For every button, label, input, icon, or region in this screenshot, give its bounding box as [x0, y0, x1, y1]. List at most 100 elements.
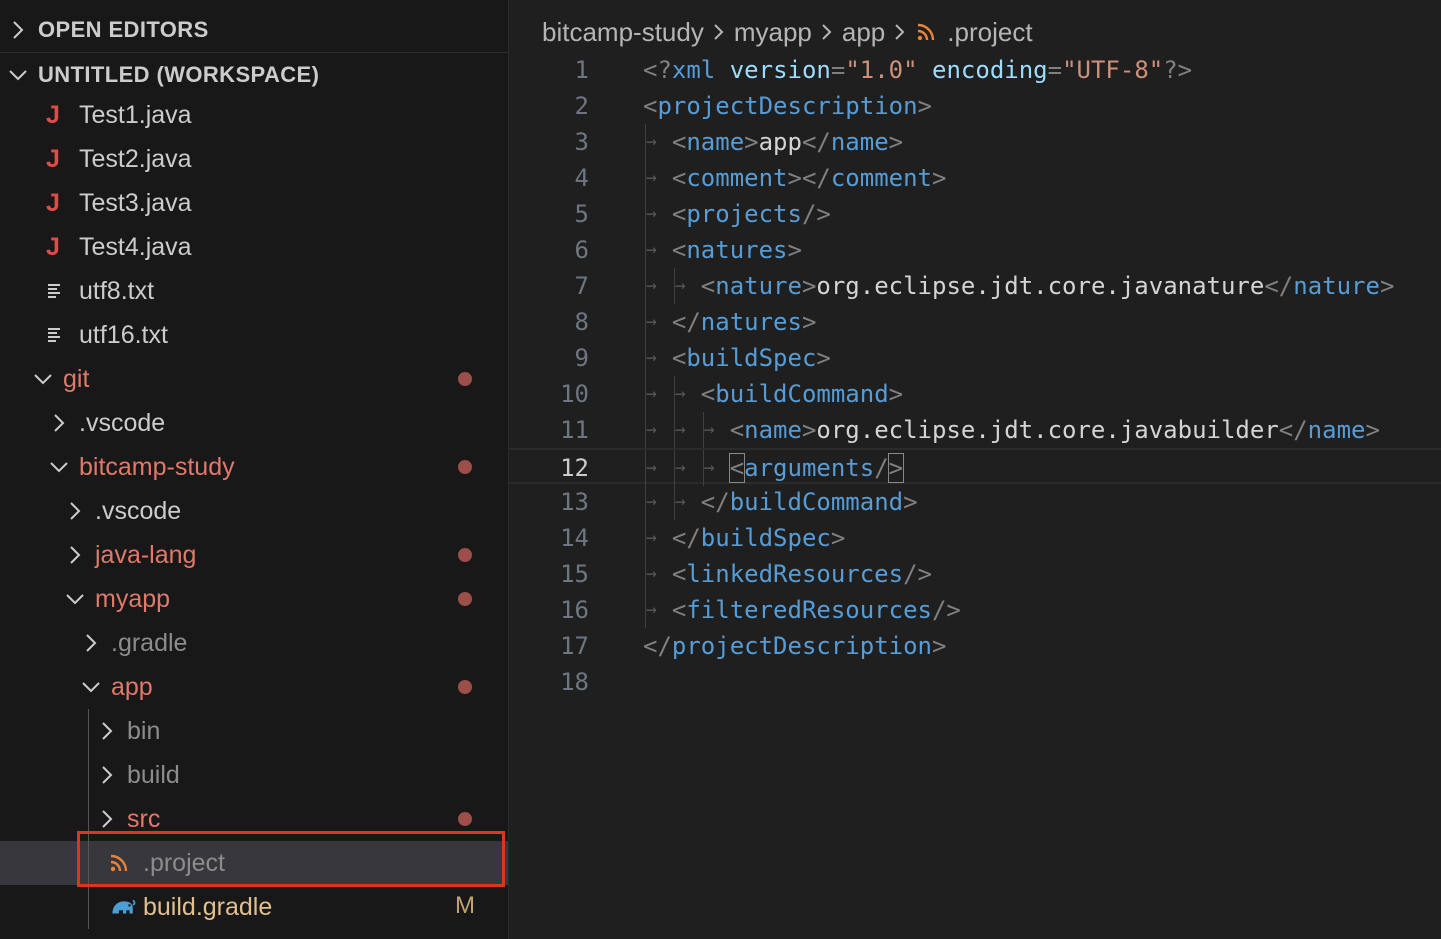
line-number: 4 [574, 164, 589, 192]
code-line[interactable]: 8 → </natures> [509, 304, 1441, 340]
code-token: </ [671, 308, 701, 336]
whitespace-arrow-icon: → [646, 419, 657, 440]
file-item[interactable]: J Test2.java [0, 137, 508, 181]
indent-guide [88, 709, 89, 929]
code-token: > [1365, 416, 1380, 444]
code-token: "1.0" [845, 56, 918, 84]
code-line[interactable]: 17 </projectDescription> [509, 628, 1441, 664]
code-text: <natures> [672, 232, 802, 268]
code-token: > [917, 92, 932, 120]
code-token: > [787, 236, 802, 264]
file-item[interactable]: utf8.txt [0, 269, 508, 313]
code-token: </ [671, 524, 701, 552]
code-token: name [830, 128, 889, 156]
code-line[interactable]: 14 → </buildSpec> [509, 520, 1441, 556]
chevron-right-icon [80, 621, 102, 665]
file-item[interactable]: J Test3.java [0, 181, 508, 225]
file-item[interactable]: build.gradle M [0, 885, 508, 929]
code-line[interactable]: 12 → → → <arguments/> [509, 448, 1441, 486]
whitespace-arrow-icon: → [646, 457, 657, 478]
section-divider [0, 52, 508, 53]
code-line[interactable]: 2 <projectDescription> [509, 88, 1441, 124]
chevron-down-icon [32, 357, 54, 401]
whitespace-arrow-icon: → [703, 457, 715, 478]
code-line[interactable]: 4 → <comment></comment> [509, 160, 1441, 196]
code-token: > [801, 416, 817, 444]
folder-item[interactable]: .gradle [0, 621, 508, 665]
folder-item[interactable]: build [0, 753, 508, 797]
breadcrumb-item[interactable]: bitcamp-study [542, 17, 704, 48]
folder-item[interactable]: .vscode [0, 401, 508, 445]
file-item[interactable]: J Test4.java [0, 225, 508, 269]
code-token: buildCommand [729, 488, 904, 516]
code-token: < [671, 344, 687, 372]
code-line[interactable]: 10 → → <buildCommand> [509, 376, 1441, 412]
code-line[interactable]: 13 → → </buildCommand> [509, 484, 1441, 520]
whitespace-arrow-icon: → [646, 131, 657, 152]
code-line[interactable]: 3 → <name>app</name> [509, 124, 1441, 160]
line-number: 13 [560, 488, 589, 516]
code-line[interactable]: 18 [509, 664, 1441, 700]
code-token: > [888, 380, 904, 408]
folder-item[interactable]: .vscode [0, 489, 508, 533]
code-line[interactable]: 1 <?xml version="1.0" encoding="UTF-8"?> [509, 52, 1441, 88]
code-line[interactable]: 9 → <buildSpec> [509, 340, 1441, 376]
editor-pane[interactable]: bitcamp-study myapp app .project 1 <?xml … [509, 0, 1441, 939]
breadcrumb-item-current[interactable]: .project [947, 17, 1032, 48]
code-line[interactable]: 7 → → <nature>org.eclipse.jdt.core.javanatu… [509, 268, 1441, 304]
line-number: 15 [560, 560, 589, 588]
code-token: name [1307, 416, 1366, 444]
code-token: </ [1278, 416, 1308, 444]
tree-item-label: .gradle [111, 628, 188, 657]
code-token: < [671, 200, 687, 228]
tree-item-label: git [63, 364, 90, 393]
folder-item[interactable]: bitcamp-study [0, 445, 508, 489]
code-token: buildCommand [715, 380, 889, 408]
code-line[interactable]: 16 → <filteredResources/> [509, 592, 1441, 628]
chevron-down-icon [6, 68, 30, 82]
code-line[interactable]: 11 → → → <name>org.eclipse.jdt.core.javabuil… [509, 412, 1441, 448]
whitespace-arrow-icon: → [646, 239, 657, 260]
whitespace-arrow-icon: → [646, 167, 657, 188]
file-item[interactable]: utf16.txt [0, 313, 508, 357]
chevron-right-icon [713, 22, 725, 42]
chevron-right-icon [6, 19, 30, 41]
whitespace-arrow-icon: → [703, 419, 715, 440]
whitespace-arrow-icon: → [646, 275, 657, 296]
whitespace-arrow-icon: → [646, 383, 657, 404]
chevron-right-icon [96, 753, 118, 797]
breadcrumb-item[interactable]: app [842, 17, 885, 48]
folder-item[interactable]: myapp [0, 577, 508, 621]
tree-item-label: bitcamp-study [79, 452, 235, 481]
code-token: > [830, 524, 846, 552]
open-editors-section-header[interactable]: OPEN EDITORS [0, 10, 508, 50]
folder-item[interactable]: app [0, 665, 508, 709]
tree-item-label: build.gradle [143, 892, 273, 921]
workspace-section-header[interactable]: UNTITLED (WORKSPACE) [0, 55, 508, 95]
code-token: < [671, 236, 687, 264]
line-number: 12 [560, 454, 589, 482]
java-file-icon: J [46, 232, 60, 261]
file-item[interactable]: J Test1.java [0, 93, 508, 137]
code-line[interactable]: 15 → <linkedResources/> [509, 556, 1441, 592]
code-line[interactable]: 5 → <projects/> [509, 196, 1441, 232]
code-token: nature [715, 272, 802, 300]
folder-item[interactable]: java-lang [0, 533, 508, 577]
line-number: 18 [560, 668, 589, 696]
folder-item[interactable]: git [0, 357, 508, 401]
whitespace-arrow-icon: → [674, 457, 686, 478]
code-line[interactable]: 6 → <natures> [509, 232, 1441, 268]
whitespace-arrow-icon: → [646, 311, 657, 332]
tree-item-label: utf8.txt [79, 276, 155, 305]
java-file-icon: J [46, 188, 60, 217]
tree-item-label: java-lang [95, 540, 197, 569]
breadcrumb-item[interactable]: myapp [734, 17, 812, 48]
line-number: 8 [574, 308, 589, 336]
text-file-icon [46, 313, 72, 357]
code-token: > [801, 308, 817, 336]
line-number: 14 [560, 524, 589, 552]
folder-item[interactable]: bin [0, 709, 508, 753]
modified-dot [458, 680, 472, 694]
highlight-annotation-box [77, 831, 505, 887]
